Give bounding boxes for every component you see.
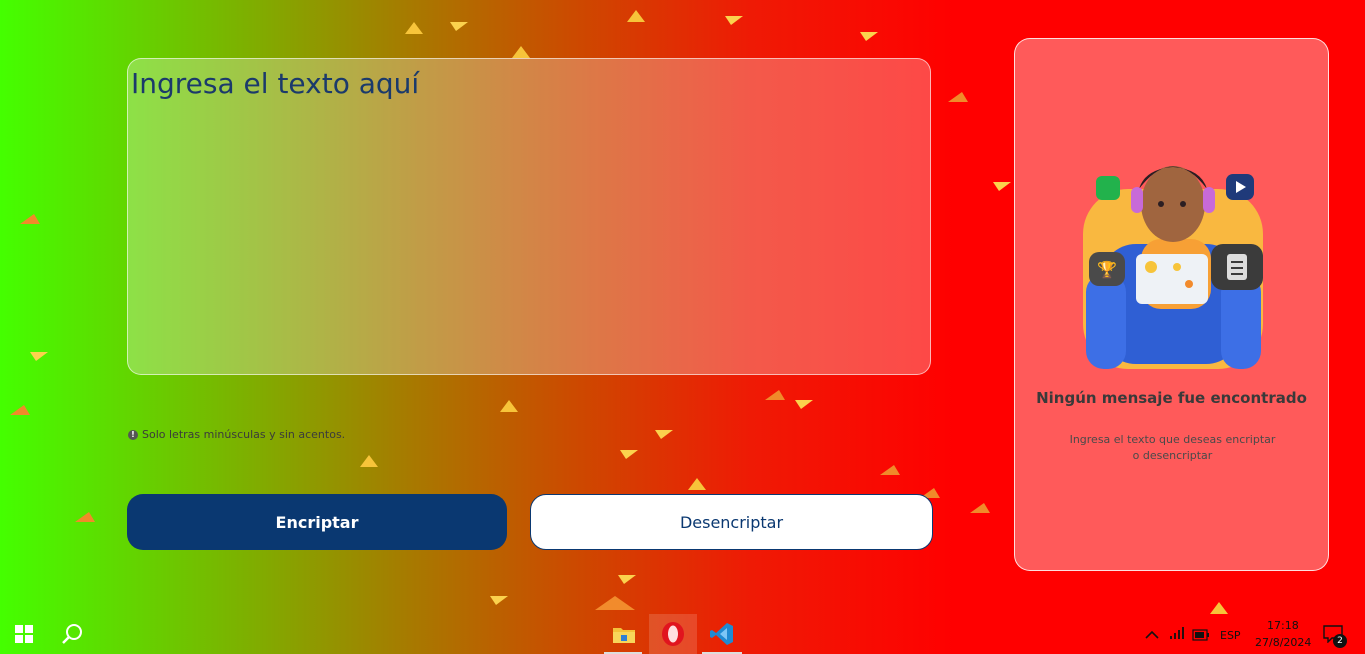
empty-state-description: Ingresa el texto que deseas encriptar o …	[1065, 432, 1280, 464]
confetti	[765, 390, 785, 400]
battery-icon[interactable]	[1192, 628, 1210, 646]
confetti	[10, 405, 30, 415]
confetti	[795, 400, 813, 409]
file-explorer-icon[interactable]	[610, 620, 638, 648]
confetti	[618, 575, 636, 584]
empty-state-title: Ningún mensaje fue encontrado	[1036, 389, 1307, 407]
confetti	[512, 46, 530, 58]
confetti	[500, 400, 518, 412]
confetti	[1210, 602, 1228, 614]
clock-date[interactable]: 27/8/2024	[1255, 636, 1311, 649]
confetti	[725, 16, 743, 25]
clock-time[interactable]: 17:18	[1267, 619, 1299, 632]
confetti	[30, 352, 48, 361]
confetti	[490, 596, 508, 605]
vscode-icon[interactable]	[708, 620, 736, 648]
confetti	[993, 182, 1011, 191]
textarea-placeholder: Ingresa el texto aquí	[131, 67, 420, 100]
wifi-icon[interactable]	[1170, 626, 1186, 645]
empty-desc-line1: Ingresa el texto que deseas encriptar	[1069, 433, 1276, 446]
desktop-screen: Ingresa el texto aquí ! Solo letras minú…	[0, 0, 1365, 654]
confetti	[970, 503, 990, 513]
confetti	[20, 214, 40, 224]
confetti	[948, 92, 968, 102]
confetti	[620, 450, 638, 459]
person-with-laptop-illustration: 🏆	[1083, 166, 1263, 369]
confetti	[688, 478, 706, 490]
confetti	[595, 596, 635, 610]
confetti	[405, 22, 423, 34]
empty-desc-line2: o desencriptar	[1132, 449, 1213, 462]
confetti	[880, 465, 900, 475]
decrypt-button[interactable]: Desencriptar	[530, 494, 933, 550]
opera-icon[interactable]	[659, 620, 687, 648]
search-icon[interactable]	[58, 620, 86, 648]
language-indicator[interactable]: ESP	[1220, 629, 1241, 642]
svg-text:🏆: 🏆	[1097, 260, 1117, 279]
info-icon: !	[128, 429, 138, 440]
windows-start-icon[interactable]	[10, 620, 38, 648]
notification-count-badge: 2	[1333, 634, 1347, 648]
confetti	[75, 512, 95, 522]
taskbar: ESP 17:18 27/8/2024 2	[0, 614, 1365, 654]
confetti	[450, 22, 468, 31]
confetti	[627, 10, 645, 22]
input-hint: ! Solo letras minúsculas y sin acentos.	[128, 428, 345, 441]
confetti	[655, 430, 673, 439]
chevron-up-icon[interactable]	[1145, 627, 1159, 645]
encrypt-button[interactable]: Encriptar	[127, 494, 507, 550]
hint-text: Solo letras minúsculas y sin acentos.	[142, 428, 346, 441]
confetti	[360, 455, 378, 467]
text-input-area[interactable]: Ingresa el texto aquí	[127, 58, 931, 375]
output-panel: 🏆 Ningún mensaje fue encontrado Ingresa …	[1014, 38, 1329, 571]
confetti	[860, 32, 878, 41]
